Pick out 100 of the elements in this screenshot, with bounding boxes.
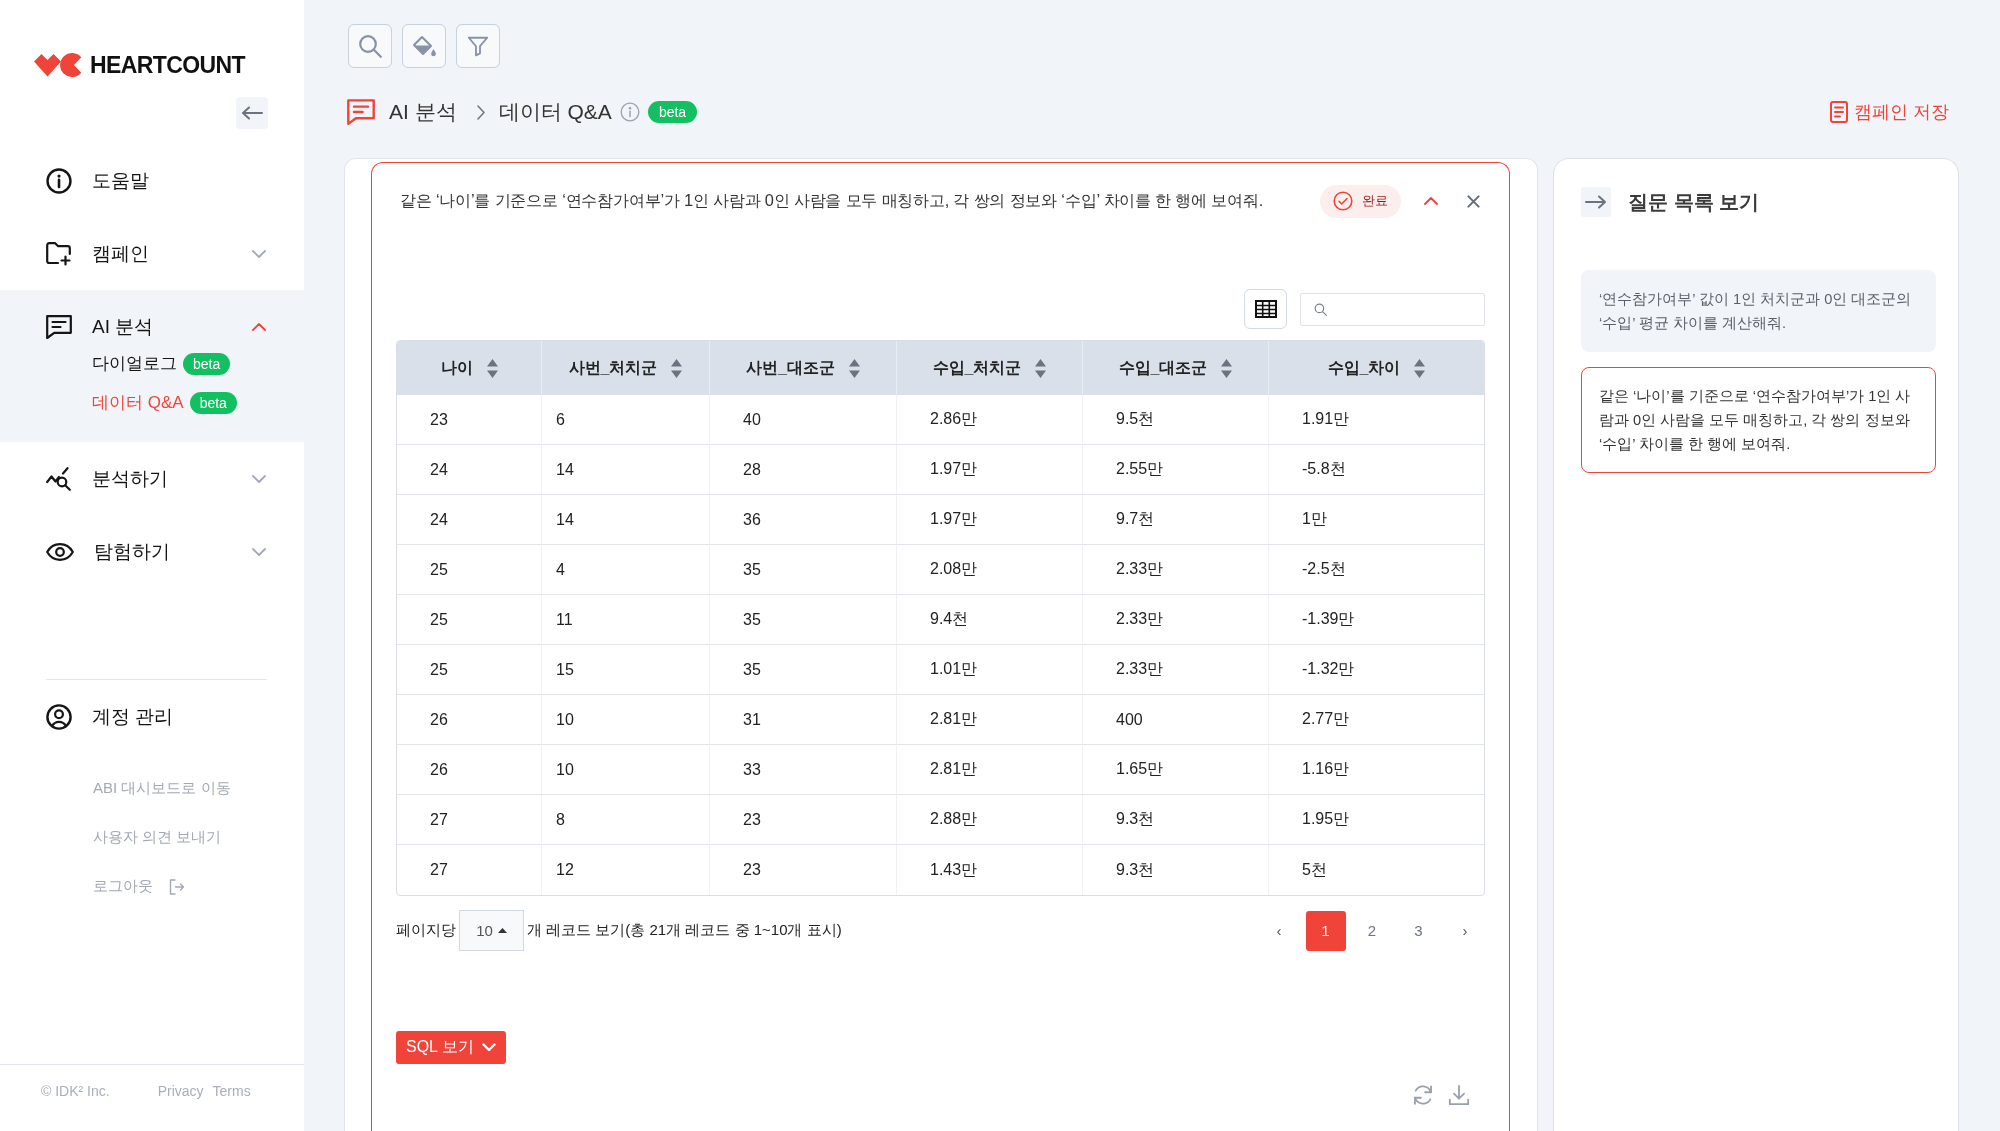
table-cell: -1.32만: [1269, 645, 1484, 695]
sql-toggle-button[interactable]: SQL 보기: [396, 1031, 506, 1064]
nav-item[interactable]: 탐험하기: [0, 515, 304, 588]
back-button[interactable]: [236, 97, 268, 129]
folder-plus-icon: [46, 241, 72, 266]
table-cell: 2.33만: [1083, 595, 1269, 645]
table-cell: 26: [397, 695, 542, 745]
close-icon[interactable]: [1467, 194, 1480, 208]
sort-icon: [1221, 358, 1233, 378]
download-icon[interactable]: [1448, 1084, 1470, 1106]
table-cell: 9.3천: [1083, 795, 1269, 845]
table-view-button[interactable]: [1244, 289, 1287, 329]
chart-search-icon: [46, 466, 72, 491]
filter-button[interactable]: [456, 24, 500, 68]
page-size-select[interactable]: 10: [459, 910, 524, 951]
table-cell: 14: [542, 495, 710, 545]
per-page-label: 페이지당: [396, 921, 456, 940]
nav-item[interactable]: AI 분석: [0, 316, 304, 338]
table-cell: 1.01만: [897, 645, 1083, 695]
paint-bucket-button[interactable]: [402, 24, 446, 68]
table-cell: 1.97만: [897, 445, 1083, 495]
table-cell: 2.81만: [897, 695, 1083, 745]
table-cell: 23: [397, 395, 542, 445]
search-field[interactable]: [1300, 292, 1485, 326]
nav-item[interactable]: 캠페인: [0, 217, 304, 290]
table-cell: 1.65만: [1083, 745, 1269, 795]
table-cell: 25: [397, 545, 542, 595]
table-cell: 2.81만: [897, 745, 1083, 795]
column-header[interactable]: 사번_처치군: [542, 341, 710, 395]
sort-icon: [1035, 358, 1047, 378]
table-cell: 26: [397, 745, 542, 795]
table-cell: 2.86만: [897, 395, 1083, 445]
search-icon: [1314, 302, 1327, 316]
table-cell: 28: [710, 445, 897, 495]
user-circle-icon: [46, 703, 72, 730]
table-cell: 2.55만: [1083, 445, 1269, 495]
table-cell: 2.33만: [1083, 545, 1269, 595]
previous-page-button[interactable]: ‹: [1259, 910, 1299, 951]
breadcrumb-current[interactable]: 데이터 Q&A: [498, 98, 612, 126]
beta-badge: beta: [647, 101, 698, 123]
nav-item[interactable]: 분석하기: [0, 442, 304, 515]
account-menu-item[interactable]: 계정 관리: [46, 680, 267, 753]
table-cell: 40: [710, 395, 897, 445]
table-cell: 25: [397, 595, 542, 645]
chat-icon: [347, 99, 375, 125]
page-button[interactable]: 3: [1398, 910, 1439, 951]
nav-subitem[interactable]: 다이얼로그 beta: [92, 344, 231, 383]
chevron-right-icon: [476, 104, 485, 120]
logo-text: HEARTCOUNT: [90, 53, 245, 77]
column-header[interactable]: 수입_처치군: [897, 341, 1083, 395]
question-item[interactable]: ‘연수참가여부’ 값이 1인 처치군과 0인 대조군의 ‘수입’ 평균 차이를 계산해줘.: [1581, 270, 1936, 352]
table-cell: 1.97만: [897, 495, 1083, 545]
right-arrow-icon: [1585, 195, 1607, 209]
info-icon: [46, 167, 72, 194]
table-icon: [1254, 300, 1277, 318]
nav-item[interactable]: 도움말: [0, 144, 304, 217]
chevron-up-icon[interactable]: [1424, 197, 1438, 205]
search-button[interactable]: [348, 24, 392, 68]
table-cell: 25: [397, 645, 542, 695]
breadcrumb-link[interactable]: AI 분석: [389, 98, 457, 126]
table-cell: 9.7천: [1083, 495, 1269, 545]
table-cell: 1.43만: [897, 845, 1083, 895]
table-cell: 11: [542, 595, 710, 645]
table-cell: 27: [397, 795, 542, 845]
table-cell: 2.33만: [1083, 645, 1269, 695]
table-cell: -1.39만: [1269, 595, 1484, 645]
table-cell: 1.16만: [1269, 745, 1484, 795]
eye-icon: [46, 542, 74, 561]
table-cell: 1.95만: [1269, 795, 1484, 845]
logo-mark-icon: [34, 53, 84, 77]
table-cell: 1만: [1269, 495, 1484, 545]
refresh-icon[interactable]: [1412, 1084, 1434, 1106]
table-cell: 2.88만: [897, 795, 1083, 845]
record-summary: 개 레코드 보기(총 21개 레코드 중 1~10개 표시): [527, 921, 842, 940]
table-cell: 2.77만: [1269, 695, 1484, 745]
table-cell: 8: [542, 795, 710, 845]
next-page-button[interactable]: ›: [1445, 910, 1485, 951]
beta-badge: beta: [183, 352, 231, 375]
table-cell: 9.3천: [1083, 845, 1269, 895]
expand-list-button[interactable]: [1581, 187, 1611, 217]
question-item[interactable]: 같은 ‘나이’를 기준으로 ‘연수참가여부’가 1인 사람과 0인 사람을 모두 매칭하고, 각 쌍의 정보와 ‘수입’ 차이를 한 행에 보여줘.: [1581, 367, 1936, 473]
table-cell: 23: [710, 795, 897, 845]
column-header[interactable]: 사번_대조군: [710, 341, 897, 395]
table-cell: 35: [710, 595, 897, 645]
page-button[interactable]: 1: [1305, 910, 1346, 951]
sort-icon: [1414, 358, 1426, 378]
filter-icon: [467, 35, 489, 57]
chevron-down-icon: [481, 1043, 496, 1052]
table-cell: 14: [542, 445, 710, 495]
page-button[interactable]: 2: [1352, 910, 1392, 951]
info-icon: [619, 102, 640, 122]
table-cell: 2.08만: [897, 545, 1083, 595]
caret-up-icon: [497, 928, 507, 933]
search-icon: [358, 34, 382, 58]
table-cell: 35: [710, 645, 897, 695]
column-header[interactable]: 수입_대조군: [1083, 341, 1269, 395]
column-header[interactable]: 수입_차이: [1269, 341, 1484, 395]
table-cell: 31: [710, 695, 897, 745]
table-cell: -5.8천: [1269, 445, 1484, 495]
column-header[interactable]: 나이: [397, 341, 542, 395]
